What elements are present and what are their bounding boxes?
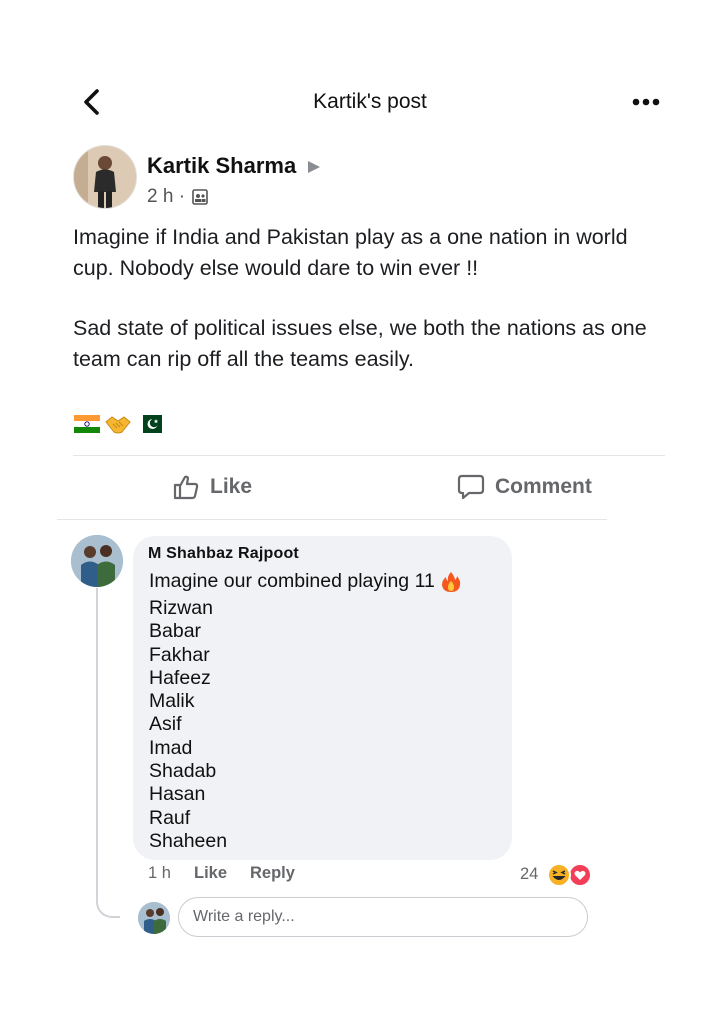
player-name: Rizwan bbox=[149, 597, 213, 619]
reaction-count[interactable]: 24 bbox=[520, 865, 538, 884]
comment-reply-button[interactable]: Reply bbox=[250, 864, 295, 883]
love-reaction-icon bbox=[568, 863, 592, 887]
pakistan-flag-icon bbox=[136, 415, 162, 433]
player-name: Hafeez bbox=[149, 666, 211, 689]
player-name: Shadab bbox=[149, 760, 217, 783]
post-author-name[interactable]: Kartik Sharma bbox=[147, 153, 296, 179]
current-user-avatar[interactable] bbox=[138, 902, 170, 934]
post-timestamp[interactable]: 2 h · bbox=[147, 186, 185, 208]
player-name: Rauf bbox=[149, 806, 191, 829]
comment-player-list: Rizwan Babar Fakhar Hafeez Malik Asif Im… bbox=[149, 597, 227, 853]
haha-reaction-icon bbox=[547, 863, 571, 887]
comment-label: Comment bbox=[495, 475, 592, 498]
author-avatar[interactable] bbox=[73, 145, 137, 209]
player-name: Shaheen bbox=[149, 829, 228, 852]
reply-thread-line bbox=[96, 588, 120, 918]
more-dots-icon bbox=[632, 98, 660, 106]
comment-first-line: Imagine our combined playing 11 bbox=[149, 570, 461, 593]
comment-like-button[interactable]: Like bbox=[194, 864, 227, 883]
post-body: Imagine if India and Pakistan play as a … bbox=[73, 222, 673, 404]
player-name: Babar bbox=[149, 620, 202, 643]
like-label: Like bbox=[210, 475, 253, 498]
person-photo-icon bbox=[74, 146, 136, 208]
page-title: Kartik's post bbox=[313, 90, 427, 113]
post-emoji-row bbox=[74, 413, 162, 435]
person-photo-icon bbox=[138, 902, 170, 934]
player-name: Malik bbox=[149, 690, 195, 713]
more-options-button[interactable] bbox=[631, 95, 665, 109]
handshake-icon bbox=[105, 416, 131, 434]
player-name: Asif bbox=[149, 713, 182, 736]
post-paragraph: Sad state of political issues else, we b… bbox=[73, 316, 647, 371]
player-name: Imad bbox=[149, 736, 193, 759]
commenter-name[interactable]: M Shahbaz Rajpoot bbox=[148, 545, 299, 563]
comment-bubble-icon bbox=[457, 474, 485, 500]
divider bbox=[73, 455, 665, 456]
divider bbox=[57, 519, 607, 520]
india-flag-icon bbox=[74, 415, 100, 433]
like-button[interactable]: Like bbox=[172, 470, 252, 504]
custom-audience-icon[interactable] bbox=[192, 189, 208, 210]
comment-button[interactable]: Comment bbox=[457, 470, 592, 504]
person-photo-icon bbox=[71, 535, 123, 587]
caret-right-icon bbox=[307, 160, 321, 179]
post-paragraph: Imagine if India and Pakistan play as a … bbox=[73, 225, 628, 280]
reaction-icons[interactable] bbox=[546, 863, 594, 887]
comment-text: Imagine our combined playing 11 bbox=[149, 570, 435, 592]
comment-timestamp[interactable]: 1 h bbox=[148, 864, 171, 883]
player-name: Fakhar bbox=[149, 643, 210, 666]
fire-icon bbox=[441, 571, 461, 592]
reply-input[interactable] bbox=[178, 897, 588, 937]
commenter-avatar[interactable] bbox=[71, 535, 123, 587]
thumbs-up-icon bbox=[173, 475, 199, 500]
player-name: Hasan bbox=[149, 783, 206, 806]
